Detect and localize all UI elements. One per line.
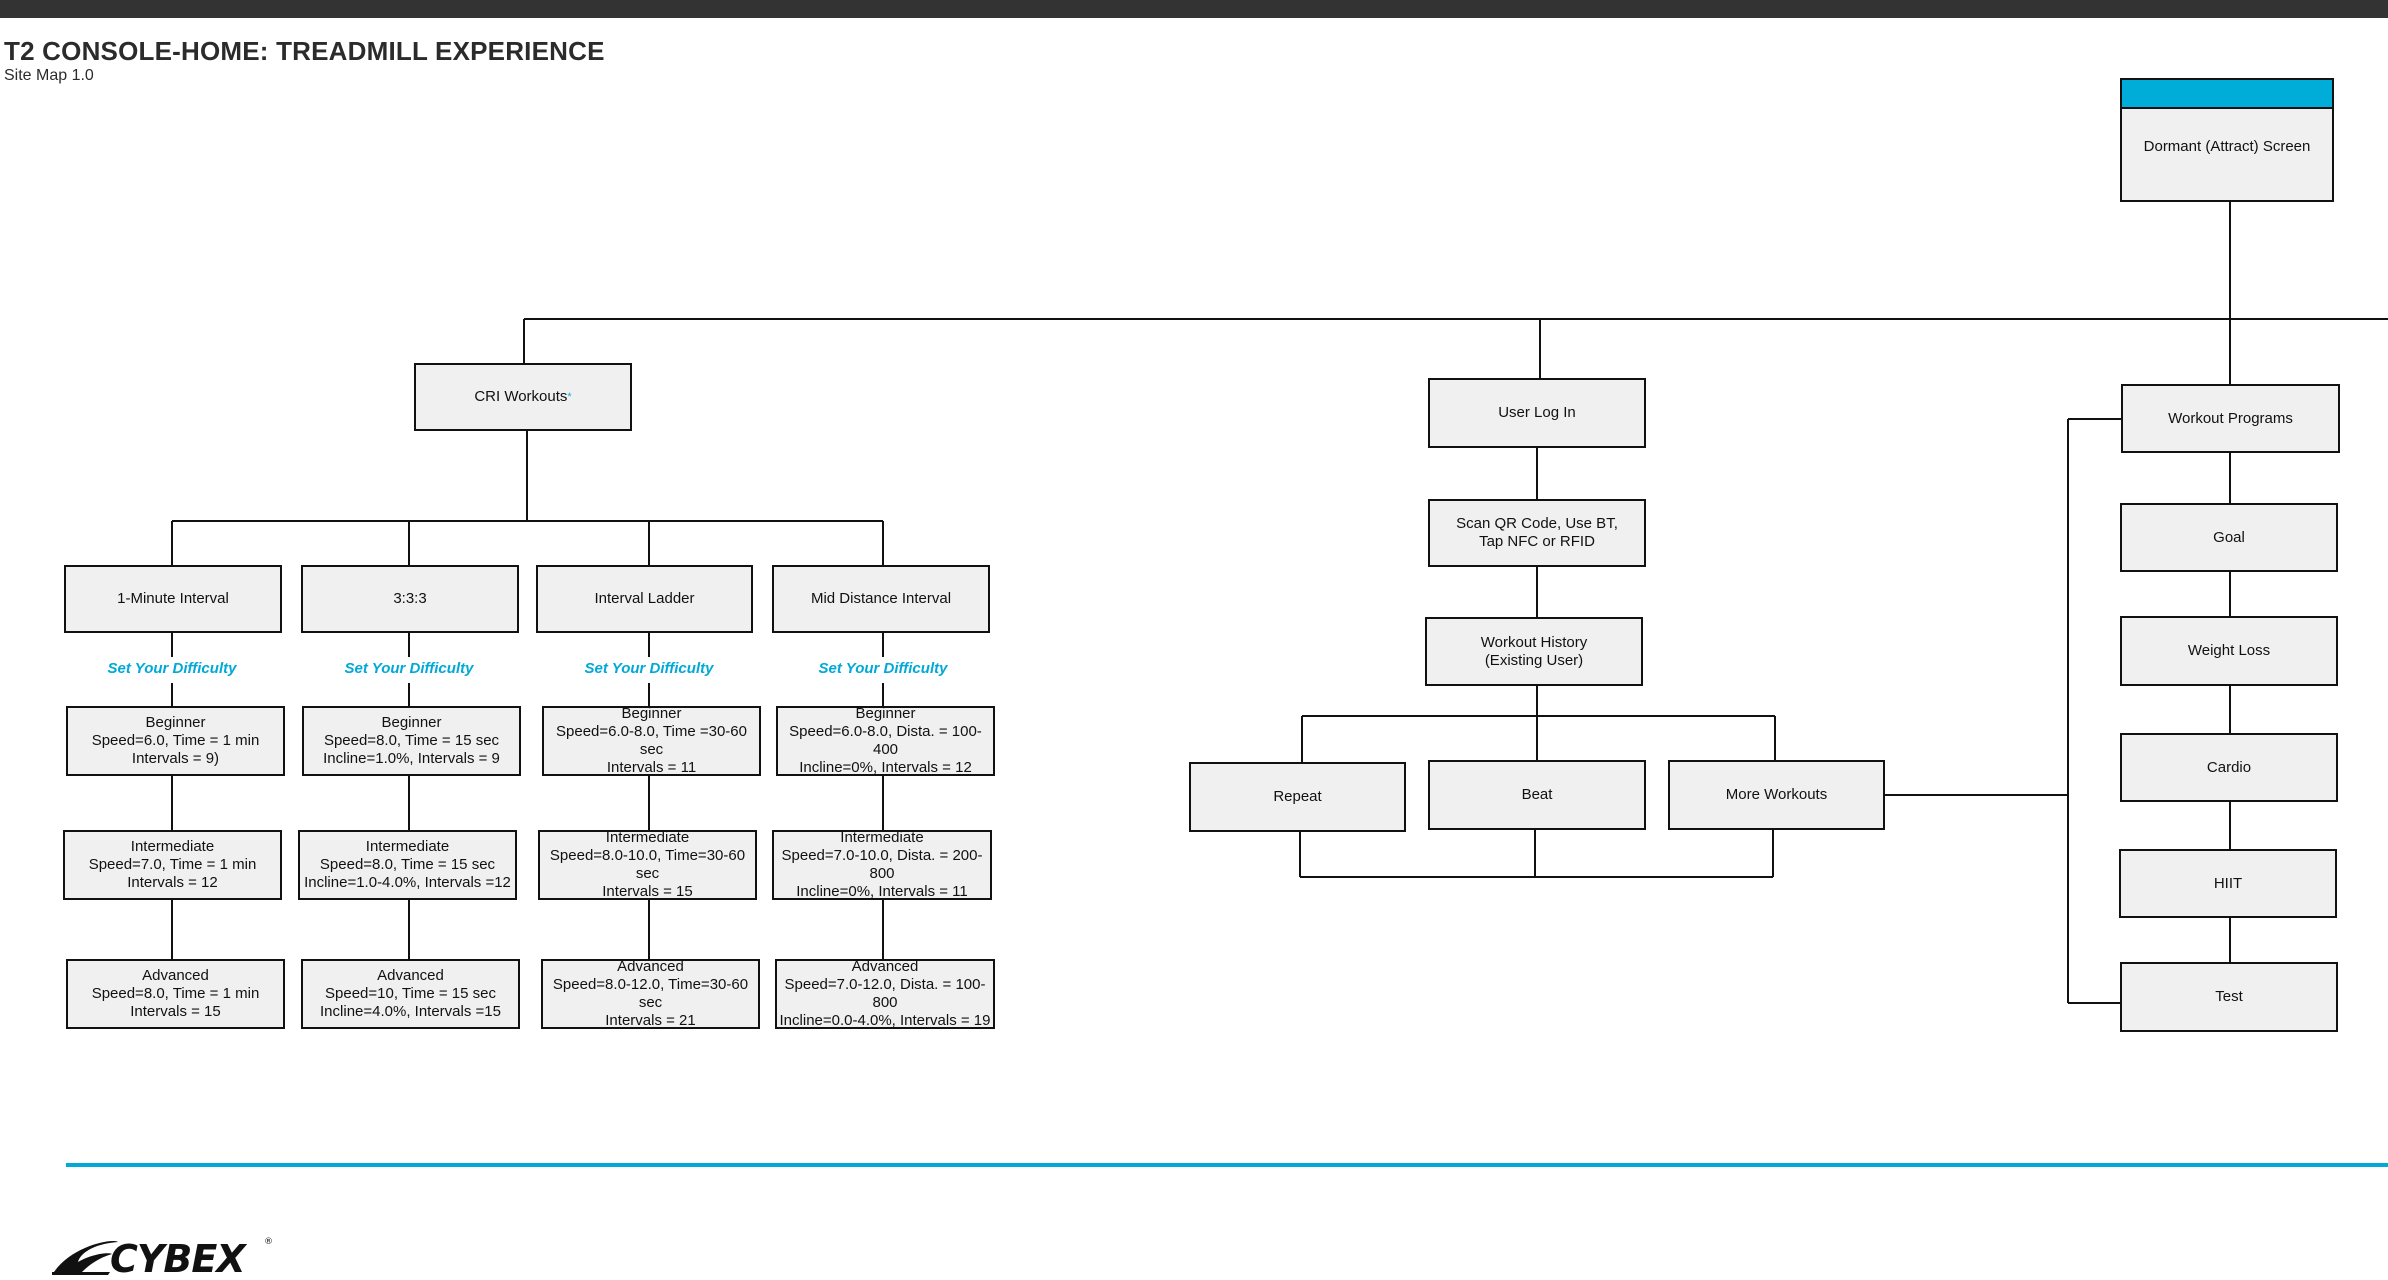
level-node-beginner[interactable]: Beginner Speed=8.0, Time = 15 sec Inclin… <box>302 706 521 776</box>
level-node-intermediate[interactable]: Intermediate Speed=7.0-10.0, Dista. = 20… <box>772 829 992 900</box>
level-name: Intermediate <box>365 838 450 855</box>
level-name: Beginner <box>855 705 916 722</box>
level-detail: Speed=7.0, Time = 1 min Intervals = 12 <box>88 856 257 891</box>
level-name: Intermediate <box>605 829 690 846</box>
program-node-test[interactable]: Test <box>2120 962 2338 1032</box>
node-label: Goal <box>2213 528 2245 546</box>
level-detail: Speed=8.0-10.0, Time=30-60 sec Intervals… <box>549 847 746 900</box>
level-detail: Speed=7.0-10.0, Dista. = 200-800 Incline… <box>781 847 983 900</box>
level-node-intermediate[interactable]: Intermediate Speed=8.0-10.0, Time=30-60 … <box>538 829 757 900</box>
set-difficulty-label: Set Your Difficulty <box>107 660 237 677</box>
root-header-bar <box>2122 80 2332 109</box>
level-name: Beginner <box>145 714 206 731</box>
level-name: Advanced <box>377 967 444 984</box>
cybex-logo: CYBEX ® <box>52 1237 273 1276</box>
program-node-goal[interactable]: Goal <box>2120 503 2338 572</box>
level-detail: Speed=8.0-12.0, Time=30-60 sec Intervals… <box>552 976 749 1029</box>
set-difficulty-label: Set Your Difficulty <box>818 660 948 677</box>
level-detail: Speed=6.0-8.0, Time =30-60 sec Intervals… <box>556 723 747 776</box>
level-name: Beginner <box>621 705 682 722</box>
dormant-attract-screen-node[interactable]: Dormant (Attract) Screen <box>2120 78 2334 202</box>
node-label: Interval Ladder <box>594 590 695 607</box>
level-name: Advanced <box>142 967 209 984</box>
level-node-beginner[interactable]: Beginner Speed=6.0-8.0, Dista. = 100-400… <box>776 705 995 776</box>
node-label: CRI Workouts <box>474 388 568 405</box>
registered-mark: ® <box>264 1237 273 1247</box>
node-label: Workout Programs <box>2168 409 2293 427</box>
set-difficulty-label: Set Your Difficulty <box>584 660 714 677</box>
user-log-in-node[interactable]: User Log In <box>1428 378 1646 448</box>
node-label: User Log In <box>1498 404 1576 421</box>
workout-node-3-3-3[interactable]: 3:3:3 <box>301 565 519 633</box>
node-label: More Workouts <box>1725 786 1828 803</box>
level-detail: Speed=6.0-8.0, Dista. = 100-400 Incline=… <box>789 723 982 776</box>
asterisk-marker: * <box>567 391 572 403</box>
program-node-hiit[interactable]: HIIT <box>2119 849 2337 918</box>
level-node-advanced[interactable]: Advanced Speed=8.0, Time = 1 min Interva… <box>66 959 285 1029</box>
level-node-advanced[interactable]: Advanced Speed=10, Time = 15 sec Incline… <box>301 959 520 1029</box>
node-label: Cardio <box>2206 758 2252 776</box>
node-label: 3:3:3 <box>393 590 427 607</box>
level-detail: Speed=8.0, Time = 15 sec Incline=1.0%, I… <box>323 732 500 767</box>
workout-history-node[interactable]: Workout History (Existing User) <box>1425 617 1643 686</box>
repeat-node[interactable]: Repeat <box>1189 762 1406 832</box>
node-label: Test <box>2215 988 2243 1005</box>
program-node-cardio[interactable]: Cardio <box>2120 733 2338 802</box>
set-difficulty-label: Set Your Difficulty <box>344 660 474 677</box>
level-detail: Speed=10, Time = 15 sec Incline=4.0%, In… <box>320 985 501 1020</box>
node-label: Dormant (Attract) Screen <box>2143 137 2311 155</box>
logo-wordmark: CYBEX <box>110 1237 247 1276</box>
level-name: Intermediate <box>840 829 924 846</box>
workout-node-mid-distance-interval[interactable]: Mid Distance Interval <box>772 565 990 633</box>
level-node-intermediate[interactable]: Intermediate Speed=7.0, Time = 1 min Int… <box>63 830 282 900</box>
cri-workouts-node[interactable]: CRI Workouts * <box>414 363 632 431</box>
level-detail: Speed=8.0, Time = 15 sec Incline=1.0-4.0… <box>304 856 511 891</box>
level-detail: Speed=7.0-12.0, Dista. = 100-800 Incline… <box>779 976 991 1029</box>
node-label: 1-Minute Interval <box>117 590 229 607</box>
program-node-weight-loss[interactable]: Weight Loss <box>2120 616 2338 686</box>
level-node-intermediate[interactable]: Intermediate Speed=8.0, Time = 15 sec In… <box>298 830 517 900</box>
node-label: HIIT <box>2213 874 2243 892</box>
more-workouts-node[interactable]: More Workouts <box>1668 760 1885 830</box>
workout-node-interval-ladder[interactable]: Interval Ladder <box>536 565 753 633</box>
connector-lines <box>171 202 2388 1004</box>
node-label: Mid Distance Interval <box>810 590 952 607</box>
beat-node[interactable]: Beat <box>1428 760 1646 830</box>
swoosh-icon <box>54 1241 118 1272</box>
node-label: Repeat <box>1273 788 1322 805</box>
workout-programs-node[interactable]: Workout Programs <box>2121 384 2340 453</box>
level-node-beginner[interactable]: Beginner Speed=6.0, Time = 1 min Interva… <box>66 706 285 776</box>
level-detail: Speed=6.0, Time = 1 min Intervals = 9) <box>91 732 260 767</box>
level-name: Beginner <box>381 714 442 731</box>
level-name: Advanced <box>617 958 684 975</box>
level-node-beginner[interactable]: Beginner Speed=6.0-8.0, Time =30-60 sec … <box>542 705 761 776</box>
level-name: Intermediate <box>130 838 215 855</box>
level-detail: Speed=8.0, Time = 1 min Intervals = 15 <box>91 985 260 1020</box>
node-label: Beat <box>1521 786 1553 803</box>
level-node-advanced[interactable]: Advanced Speed=7.0-12.0, Dista. = 100-80… <box>775 958 995 1029</box>
level-name: Advanced <box>851 958 919 975</box>
workout-node-1-minute-interval[interactable]: 1-Minute Interval <box>64 565 282 633</box>
node-label: Workout History (Existing User) <box>1480 633 1588 669</box>
node-label: Weight Loss <box>2187 642 2271 659</box>
swoosh-icon <box>52 1272 110 1275</box>
node-label: Scan QR Code, Use BT, Tap NFC or RFID <box>1456 515 1618 550</box>
footer-divider <box>66 1163 2388 1167</box>
level-node-advanced[interactable]: Advanced Speed=8.0-12.0, Time=30-60 sec … <box>541 958 760 1029</box>
scan-login-methods-node[interactable]: Scan QR Code, Use BT, Tap NFC or RFID <box>1428 499 1646 567</box>
